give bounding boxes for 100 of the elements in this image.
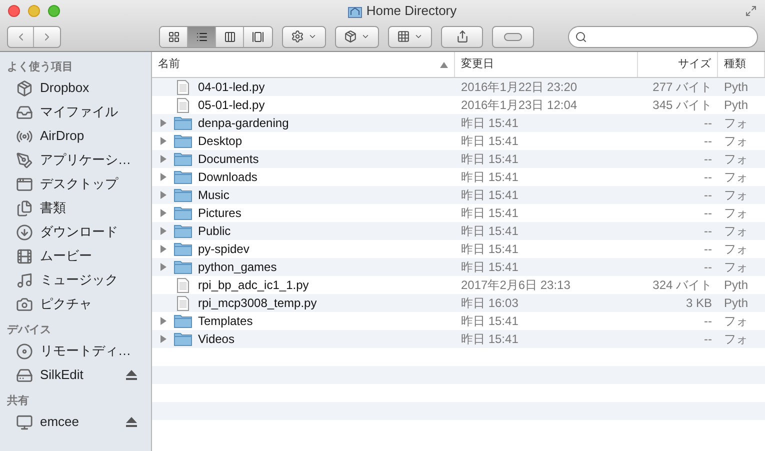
eject-icon[interactable]	[126, 370, 137, 380]
file-row[interactable]: Videos 昨日 15:41 -- フォ	[152, 330, 765, 348]
tags-button[interactable]	[492, 26, 534, 48]
disclosure-triangle-icon[interactable]	[159, 317, 167, 325]
kind-cell: フォ	[724, 314, 748, 328]
sidebar-heading: 共有	[6, 394, 30, 409]
file-row[interactable]: Public 昨日 15:41 -- フォ	[152, 222, 765, 240]
size-cell-text: 277 バイト	[652, 79, 712, 96]
fullscreen-icon[interactable]	[745, 5, 757, 17]
file-name: Public	[198, 223, 231, 240]
file-row[interactable]: rpi_mcp3008_temp.py 昨日 16:03 3 KB Pyth	[152, 294, 765, 312]
sidebar-item[interactable]: マイファイル	[0, 100, 151, 124]
size-cell-text: --	[704, 241, 712, 258]
kind-cell: Pyth	[724, 80, 748, 94]
sidebar-item[interactable]: ムービー	[0, 244, 151, 268]
sidebar-item[interactable]: デスクトップ	[0, 172, 151, 196]
disclosure-triangle-icon[interactable]	[159, 191, 167, 199]
file-name: Music	[198, 187, 230, 204]
minimize-button[interactable]	[28, 5, 40, 17]
document-icon	[177, 296, 189, 310]
share-button[interactable]	[441, 26, 483, 48]
disclosure-triangle-icon[interactable]	[159, 155, 167, 163]
kind-cell: フォ	[724, 242, 748, 256]
columns-icon	[224, 30, 236, 42]
date-cell: 昨日 15:41	[461, 116, 518, 130]
date-cell: 昨日 15:41	[461, 242, 518, 256]
film-icon	[16, 248, 33, 264]
column-heading[interactable]: 名前	[152, 52, 455, 77]
file-row[interactable]: python_games 昨日 15:41 -- フォ	[152, 258, 765, 276]
size-cell-text: --	[704, 187, 712, 204]
sidebar-item[interactable]: ミュージック	[0, 268, 151, 292]
sidebar-item[interactable]: SilkEdit	[0, 363, 151, 387]
sidebar-item[interactable]: アプリケーシ…	[0, 148, 151, 172]
sidebar-item[interactable]: ダウンロード	[0, 220, 151, 244]
disclosure-triangle-icon[interactable]	[159, 263, 167, 271]
date-cell: 昨日 15:41	[461, 224, 518, 238]
file-name: python_games	[198, 259, 277, 276]
monitor-icon	[16, 414, 33, 430]
file-name: Videos	[198, 331, 234, 348]
sidebar-heading: デバイス	[6, 322, 52, 338]
arrange-menu-button[interactable]	[388, 26, 432, 48]
size-cell-text: --	[704, 169, 712, 186]
disclosure-triangle-icon[interactable]	[159, 173, 167, 181]
column-heading[interactable]: 種類	[718, 52, 765, 77]
document-icon	[177, 80, 189, 94]
grid-view-button[interactable]	[160, 26, 188, 46]
folder-icon	[174, 260, 192, 274]
file-row[interactable]: 04-01-led.py 2016年1月22日 23:20 277 バイト Pyth	[152, 78, 765, 96]
columns-view-button[interactable]	[216, 26, 244, 46]
folder-icon	[174, 188, 192, 202]
close-button[interactable]	[8, 5, 20, 17]
file-name: 04-01-led.py	[198, 79, 265, 96]
disclosure-triangle-icon[interactable]	[159, 335, 167, 343]
document-icon	[177, 98, 189, 112]
file-name: Templates	[198, 313, 253, 330]
list-view-button[interactable]	[188, 26, 216, 46]
sidebar-item[interactable]: Dropbox	[0, 76, 151, 100]
date-cell: 昨日 15:41	[461, 206, 518, 220]
date-cell: 2017年2月6日 23:13	[461, 278, 570, 292]
sidebar-item[interactable]: 書類	[0, 196, 151, 220]
sidebar-item[interactable]: emcee	[0, 410, 151, 434]
date-cell: 昨日 15:41	[461, 152, 518, 166]
document-icon	[177, 278, 189, 292]
kind-cell: フォ	[724, 260, 748, 274]
sidebar-item[interactable]: ピクチャ	[0, 292, 151, 316]
eject-icon[interactable]	[126, 417, 137, 427]
folder-icon	[174, 332, 192, 346]
window-title: Home Directory	[366, 2, 457, 20]
package-icon	[344, 30, 357, 43]
sidebar-item[interactable]: AirDrop	[0, 124, 151, 148]
date-cell: 昨日 15:41	[461, 260, 518, 274]
kind-cell: フォ	[724, 152, 748, 166]
caret-icon	[414, 32, 423, 41]
size-cell-text: 3 KB	[686, 295, 712, 312]
share-icon	[456, 30, 468, 43]
disclosure-triangle-icon[interactable]	[159, 137, 167, 145]
dropbox-menu-button[interactable]	[335, 26, 379, 48]
file-name: Documents	[198, 151, 259, 168]
home-folder-icon	[348, 4, 362, 18]
action-menu-button[interactable]	[282, 26, 326, 48]
column-heading[interactable]: サイズ	[638, 52, 718, 77]
file-row[interactable]: denpa-gardening 昨日 15:41 -- フォ	[152, 114, 765, 132]
disclosure-triangle-icon[interactable]	[159, 119, 167, 127]
disclosure-triangle-icon[interactable]	[159, 209, 167, 217]
column-heading[interactable]: 変更日	[455, 52, 638, 77]
kind-cell: Pyth	[724, 98, 748, 112]
gallery-view-button[interactable]	[244, 26, 272, 46]
date-cell: 昨日 16:03	[461, 296, 518, 310]
file-row[interactable]: Music 昨日 15:41 -- フォ	[152, 186, 765, 204]
disclosure-triangle-icon[interactable]	[159, 245, 167, 253]
file-name: rpi_mcp3008_temp.py	[198, 295, 317, 312]
sidebar-item[interactable]: リモートディ…	[0, 339, 151, 363]
search-field[interactable]	[568, 26, 758, 48]
kind-cell: Pyth	[724, 278, 748, 292]
disclosure-triangle-icon[interactable]	[159, 227, 167, 235]
file-row[interactable]: Documents 昨日 15:41 -- フォ	[152, 150, 765, 168]
zoom-button[interactable]	[48, 5, 60, 17]
drive-icon	[16, 366, 33, 384]
caret-icon	[361, 32, 370, 41]
kind-cell: フォ	[724, 206, 748, 220]
